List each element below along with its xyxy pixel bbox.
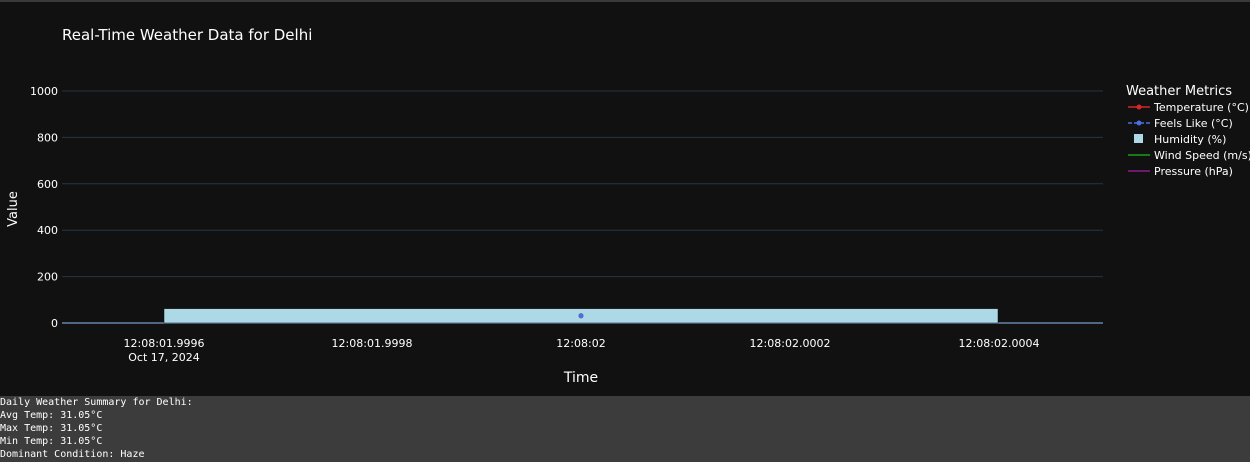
feels-like-point — [578, 313, 584, 319]
legend-item: Temperature (°C) — [1128, 101, 1249, 114]
y-tick-label: 1000 — [30, 85, 58, 98]
y-tick-label: 400 — [37, 224, 58, 237]
chart-title: Real-Time Weather Data for Delhi — [62, 26, 312, 44]
legend-items: Temperature (°C) Feels Like (°C) Humidity … — [1128, 101, 1250, 178]
summary-heading: Daily Weather Summary for Delhi: — [0, 397, 193, 408]
legend-label: Feels Like (°C) — [1154, 117, 1233, 130]
x-tick-label: 12:08:02.0004 — [959, 337, 1040, 350]
legend-item: Humidity (%) — [1134, 133, 1226, 146]
chart-svg: Real-Time Weather Data for Delhi 0 200 400… — [6, 26, 1250, 386]
x-axis-date-label: Oct 17, 2024 — [128, 351, 200, 364]
grid — [62, 90, 1103, 324]
legend-label: Humidity (%) — [1154, 133, 1226, 146]
legend-label: Pressure (hPa) — [1154, 165, 1233, 178]
legend-label: Temperature (°C) — [1153, 101, 1249, 114]
legend-title: Weather Metrics — [1126, 84, 1232, 99]
legend-label: Wind Speed (m/s) — [1154, 149, 1250, 162]
legend-item: Feels Like (°C) — [1128, 117, 1233, 130]
legend-marker — [1136, 104, 1142, 110]
legend-item: Wind Speed (m/s) — [1128, 149, 1250, 162]
summary-avg-temp: Avg Temp: 31.05°C — [0, 410, 103, 421]
legend-item: Pressure (hPa) — [1128, 165, 1233, 178]
y-tick-label: 200 — [37, 271, 58, 284]
daily-summary-panel: Daily Weather Summary for Delhi: Avg Tem… — [0, 396, 1250, 462]
x-tick-label: 12:08:01.9996 — [124, 337, 205, 350]
summary-dominant-condition: Dominant Condition: Haze — [0, 449, 145, 460]
y-axis-title: Value — [6, 191, 21, 227]
legend: Weather Metrics Temperature (°C) Feels Li… — [1126, 84, 1250, 178]
points-layer — [578, 313, 584, 319]
x-tick-label: 12:08:02.0002 — [750, 337, 831, 350]
x-axis-title: Time — [563, 370, 598, 386]
y-tick-label: 600 — [37, 178, 58, 191]
summary-max-temp: Max Temp: 31.05°C — [0, 423, 103, 434]
y-tick-label: 800 — [37, 131, 58, 144]
weather-chart: Real-Time Weather Data for Delhi 0 200 400… — [0, 2, 1250, 396]
legend-marker — [1136, 120, 1142, 126]
summary-min-temp: Min Temp: 31.05°C — [0, 436, 103, 447]
y-tick-label: 0 — [51, 317, 58, 330]
x-tick-labels: 12:08:01.9996 12:08:01.9998 12:08:02 12:08:… — [124, 337, 1040, 350]
x-tick-label: 12:08:02 — [556, 337, 605, 350]
x-tick-label: 12:08:01.9998 — [332, 337, 413, 350]
y-tick-labels: 0 200 400 600 800 1000 — [30, 85, 58, 330]
legend-swatch — [1134, 134, 1143, 143]
